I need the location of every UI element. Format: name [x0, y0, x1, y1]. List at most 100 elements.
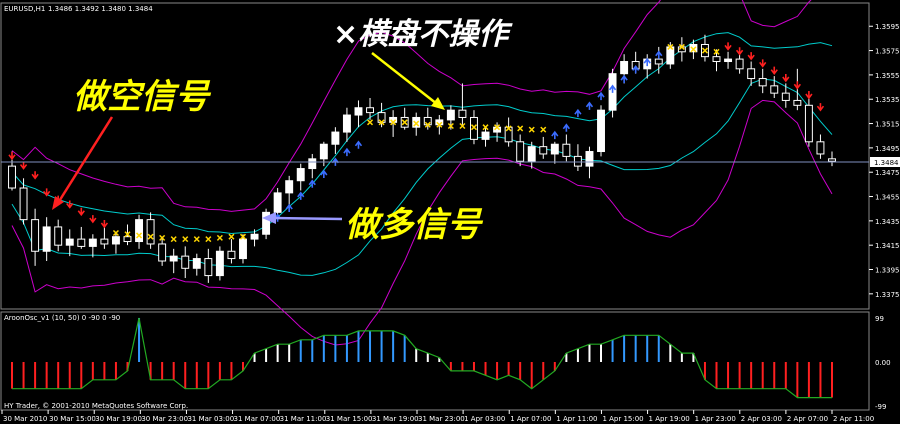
candle-body [146, 219, 155, 245]
candle-body [724, 58, 733, 63]
candle-body [804, 104, 813, 143]
time-tick-label: 2 Apr 03:00 [741, 415, 782, 423]
candle-body [735, 58, 744, 70]
candle-body [516, 141, 525, 162]
current-price-label: 1.3484 [874, 159, 899, 167]
candle-body [539, 146, 548, 155]
candle-body [65, 238, 74, 246]
candle-body [31, 219, 40, 252]
time-tick-label: 30 Mar 23:00 [141, 415, 188, 423]
candle-body [227, 250, 236, 260]
range-annotation: ×横盘不操作 [333, 17, 513, 52]
time-tick-label: 1 Apr 23:00 [695, 415, 736, 423]
time-tick-label: 31 Mar 07:00 [234, 415, 281, 423]
candle-body [158, 243, 167, 262]
time-tick-label: 31 Mar 23:00 [418, 415, 465, 423]
candle-body [342, 114, 351, 133]
price-tick-label: 1.3435 [875, 218, 900, 226]
candle-body [204, 258, 213, 277]
osc-tick-label: 99 [875, 315, 884, 323]
candle-body [285, 180, 294, 194]
candle-body [88, 238, 97, 247]
candle-body [54, 226, 63, 246]
candle-body [19, 187, 28, 221]
indicator-title: AroonOsc_v1 (10, 50) 0 -90 0 -90 [4, 314, 120, 322]
candle-body [550, 143, 559, 155]
candle-body [215, 250, 224, 277]
copyright-text: HY Trader, © 2001-2010 MetaQuotes Softwa… [4, 402, 188, 410]
candle-body [273, 192, 282, 213]
price-tick-label: 1.3515 [875, 121, 900, 129]
buy-annotation-arrow [271, 216, 343, 221]
time-tick-label: 31 Mar 11:00 [280, 415, 327, 423]
time-tick-label: 31 Mar 19:00 [372, 415, 419, 423]
time-tick-label: 30 Mar 2010 [3, 415, 47, 423]
price-chart[interactable]: 1.3595 1.3575 1.3555 1.3535 1.3515 1.3495 1.34… [0, 0, 900, 424]
price-tick-label: 1.3555 [875, 72, 900, 80]
candle-body [77, 238, 86, 247]
candle-body [573, 155, 582, 167]
osc-tick-label: -99 [875, 403, 886, 411]
candle-body [793, 99, 802, 106]
candle-body [712, 56, 721, 63]
candle-body [781, 92, 790, 101]
candle-body [481, 131, 490, 140]
candle-body [828, 158, 836, 162]
price-tick-label: 1.3535 [875, 96, 900, 104]
candle-body [585, 151, 594, 167]
candle-body [770, 85, 779, 94]
candle-body [562, 143, 571, 157]
candle-body [296, 168, 305, 182]
candle-body [111, 236, 120, 245]
sell-signal-annotation: 做空信号 [73, 77, 212, 117]
candle-body [816, 141, 825, 155]
candle-body [423, 116, 432, 126]
candle-body [181, 255, 190, 269]
candle-body [192, 258, 201, 269]
buy-signal-annotation: 做多信号 [345, 205, 484, 245]
candle-body [331, 131, 340, 145]
candle-body [100, 238, 109, 245]
candle-body [654, 58, 663, 65]
candle-body [354, 107, 363, 116]
candle-body [8, 165, 16, 189]
candle-body [747, 68, 756, 80]
price-tick-label: 1.3395 [875, 267, 900, 275]
candle-body [319, 143, 328, 160]
candle-body [366, 107, 374, 114]
candle-body [42, 226, 51, 252]
candle-body [527, 146, 536, 162]
osc-tick-label: 0.00 [875, 359, 891, 367]
time-tick-label: 31 Mar 15:00 [326, 415, 373, 423]
price-tick-label: 1.3575 [875, 48, 900, 56]
price-tick-label: 1.3455 [875, 194, 900, 202]
time-tick-label: 1 Apr 15:00 [602, 415, 643, 423]
ohlc-readout: 1.3486 1.3492 1.3480 1.3484 [48, 5, 153, 13]
price-tick-label: 1.3375 [875, 291, 900, 299]
time-tick-label: 30 Mar 15:00 [49, 415, 96, 423]
price-tick-label: 1.3495 [875, 145, 900, 153]
time-tick-label: 2 Apr 07:00 [787, 415, 828, 423]
candle-body [620, 61, 629, 75]
candle-body [169, 255, 178, 262]
candle-body [689, 43, 698, 53]
price-tick-label: 1.3475 [875, 169, 900, 177]
time-tick-label: 30 Mar 19:00 [95, 415, 142, 423]
time-tick-label: 1 Apr 19:00 [649, 415, 690, 423]
candle-body [597, 109, 605, 153]
candle-body [239, 238, 247, 260]
candle-body [135, 219, 144, 243]
time-tick-label: 1 Apr 03:00 [464, 415, 505, 423]
time-tick-label: 1 Apr 11:00 [556, 415, 597, 423]
candle-body [458, 109, 467, 118]
price-tick-label: 1.3415 [875, 242, 900, 250]
time-tick-label: 1 Apr 07:00 [510, 415, 551, 423]
candle-body [758, 78, 767, 87]
candle-body [123, 236, 132, 243]
price-tick-label: 1.3595 [875, 23, 900, 31]
symbol-title: EURUSD,H1 [4, 5, 45, 13]
candle-body [308, 158, 317, 170]
candle-body [470, 116, 478, 140]
candle-body [250, 233, 259, 240]
time-tick-label: 31 Mar 03:00 [187, 415, 234, 423]
